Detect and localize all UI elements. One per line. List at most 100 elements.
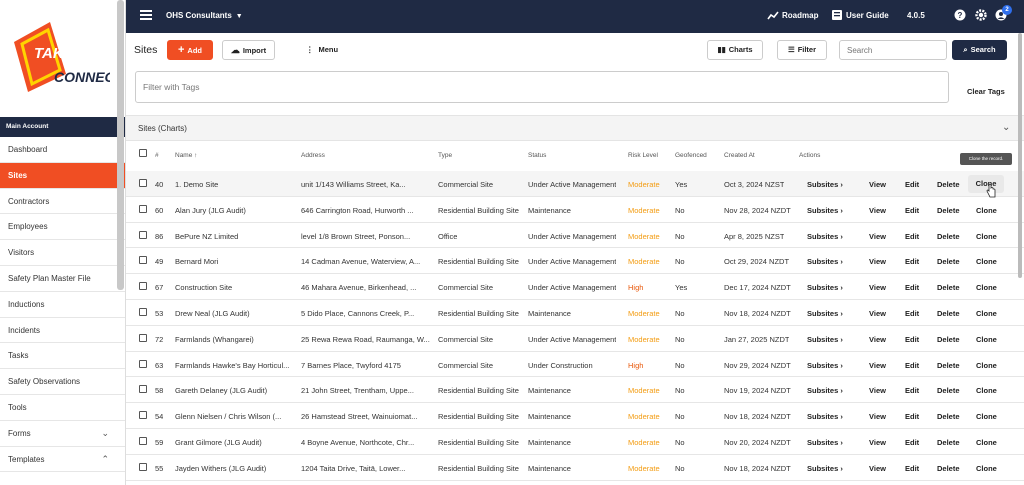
page-scrollbar[interactable] <box>1018 33 1022 278</box>
delete-button[interactable]: Delete <box>937 283 960 292</box>
clear-tags-button[interactable]: Clear Tags <box>967 87 1005 96</box>
view-button[interactable]: View <box>869 335 886 344</box>
sidebar-item-incidents[interactable]: Incidents <box>0 318 125 344</box>
view-button[interactable]: View <box>869 180 886 189</box>
subsites-button[interactable]: Subsites › <box>807 438 843 447</box>
view-button[interactable]: View <box>869 232 886 241</box>
delete-button[interactable]: Delete <box>937 412 960 421</box>
roadmap-link[interactable]: Roadmap <box>782 11 818 20</box>
clone-button[interactable]: Clone <box>976 309 997 318</box>
sidebar-item-tools[interactable]: Tools <box>0 395 125 421</box>
delete-button[interactable]: Delete <box>937 180 960 189</box>
delete-button[interactable]: Delete <box>937 309 960 318</box>
subsites-button[interactable]: Subsites › <box>807 232 843 241</box>
help-icon[interactable]: ? <box>954 9 966 21</box>
delete-button[interactable]: Delete <box>937 464 960 473</box>
table-row[interactable]: 54 Glenn Nielsen / Chris Wilson (... 26 Ha… <box>126 403 1024 429</box>
edit-button[interactable]: Edit <box>905 309 919 318</box>
table-row[interactable]: 63 Farmlands Hawke's Bay Horticul... 7 Bar… <box>126 352 1024 378</box>
row-checkbox[interactable] <box>139 308 147 316</box>
edit-button[interactable]: Edit <box>905 232 919 241</box>
delete-button[interactable]: Delete <box>937 438 960 447</box>
hamburger-menu-icon[interactable] <box>140 10 152 20</box>
table-row[interactable]: 72 Farmlands (Whangarei) 25 Rewa Rewa Road… <box>126 326 1024 352</box>
subsites-button[interactable]: Subsites › <box>807 361 843 370</box>
table-row[interactable]: 53 Drew Neal (JLG Audit) 5 Dido Place, Can… <box>126 300 1024 326</box>
subsites-button[interactable]: Subsites › <box>807 335 843 344</box>
clone-button[interactable]: Clone <box>976 361 997 370</box>
table-row[interactable]: 40 1. Demo Site unit 1/143 Williams Street… <box>126 171 1024 197</box>
row-checkbox[interactable] <box>139 411 147 420</box>
select-all-checkbox[interactable] <box>139 149 147 157</box>
sidebar-item-visitors[interactable]: Visitors <box>0 240 125 266</box>
subsites-button[interactable]: Subsites › <box>807 309 843 318</box>
view-button[interactable]: View <box>869 283 886 292</box>
edit-button[interactable]: Edit <box>905 180 919 189</box>
charts-accordion[interactable]: Sites (Charts) ⌄ <box>126 115 1024 141</box>
delete-button[interactable]: Delete <box>937 257 960 266</box>
subsites-button[interactable]: Subsites › <box>807 180 843 189</box>
view-button[interactable]: View <box>869 438 886 447</box>
subsites-button[interactable]: Subsites › <box>807 412 843 421</box>
edit-button[interactable]: Edit <box>905 283 919 292</box>
edit-button[interactable]: Edit <box>905 464 919 473</box>
subsites-button[interactable]: Subsites › <box>807 283 843 292</box>
view-button[interactable]: View <box>869 361 886 370</box>
delete-button[interactable]: Delete <box>937 206 960 215</box>
view-button[interactable]: View <box>869 386 886 395</box>
clone-button[interactable]: Clone <box>976 386 997 395</box>
search-button[interactable]: ⌕ Search <box>952 40 1007 60</box>
subsites-button[interactable]: Subsites › <box>807 257 843 266</box>
table-row[interactable]: 55 Jayden Withers (JLG Audit) 1204 Taita D… <box>126 455 1024 481</box>
edit-button[interactable]: Edit <box>905 412 919 421</box>
clone-button[interactable]: Clone <box>976 283 997 292</box>
col-name[interactable]: Name ↑ <box>175 152 197 159</box>
table-row[interactable]: 60 Alan Jury (JLG Audit) 646 Carrington Ro… <box>126 197 1024 223</box>
subsites-button[interactable]: Subsites › <box>807 386 843 395</box>
user-guide-link[interactable]: User Guide <box>846 11 889 20</box>
menu-button[interactable]: ⋮ Menu <box>298 40 346 60</box>
charts-button[interactable]: ▮▮ Charts <box>707 40 763 60</box>
gear-icon[interactable] <box>975 9 987 21</box>
edit-button[interactable]: Edit <box>905 361 919 370</box>
sidebar-item-employees[interactable]: Employees <box>0 214 125 241</box>
row-checkbox[interactable] <box>139 359 147 368</box>
table-row[interactable]: 49 Bernard Mori 14 Cadman Avenue, Watervie… <box>126 248 1024 275</box>
org-selector[interactable]: OHS Consultants ▼ <box>166 11 243 20</box>
import-button[interactable]: ☁ Import <box>222 40 275 60</box>
sidebar-item-dashboard[interactable]: Dashboard <box>0 137 125 163</box>
sidebar-item-tasks[interactable]: Tasks <box>0 343 125 370</box>
view-button[interactable]: View <box>869 464 886 473</box>
search-input[interactable] <box>839 40 947 60</box>
table-row[interactable]: 59 Grant Gilmore (JLG Audit) 4 Boyne Avenu… <box>126 429 1024 455</box>
filter-button[interactable]: ☰ Filter <box>777 40 827 60</box>
row-checkbox[interactable] <box>139 385 147 394</box>
view-button[interactable]: View <box>869 309 886 318</box>
sidebar-scrollbar[interactable] <box>117 0 124 290</box>
edit-button[interactable]: Edit <box>905 257 919 266</box>
sidebar-item-contractors[interactable]: Contractors <box>0 189 125 215</box>
row-checkbox[interactable] <box>139 462 147 471</box>
sidebar-item-inductions[interactable]: Inductions <box>0 292 125 318</box>
table-row[interactable]: 86 BePure NZ Limited level 1/8 Brown Stree… <box>126 223 1024 249</box>
subsites-button[interactable]: Subsites › <box>807 206 843 215</box>
view-button[interactable]: View <box>869 206 886 215</box>
add-button[interactable]: + Add <box>167 40 213 60</box>
delete-button[interactable]: Delete <box>937 232 960 241</box>
clone-button[interactable]: Clone <box>976 206 997 215</box>
view-button[interactable]: View <box>869 412 886 421</box>
sidebar-item-forms[interactable]: Forms ⌄ <box>0 421 125 447</box>
row-checkbox[interactable] <box>139 333 147 342</box>
row-checkbox[interactable] <box>139 282 147 291</box>
row-checkbox[interactable] <box>139 437 147 445</box>
edit-button[interactable]: Edit <box>905 335 919 344</box>
clone-button[interactable]: Clone <box>976 335 997 344</box>
tags-filter-input[interactable]: Filter with Tags <box>135 71 949 103</box>
sidebar-item-safety-plan[interactable]: Safety Plan Master File <box>0 266 125 292</box>
edit-button[interactable]: Edit <box>905 206 919 215</box>
view-button[interactable]: View <box>869 257 886 266</box>
sidebar-item-sites[interactable]: Sites <box>0 162 125 189</box>
subsites-button[interactable]: Subsites › <box>807 464 843 473</box>
clone-button[interactable]: Clone <box>976 257 997 266</box>
sidebar-item-templates[interactable]: Templates ⌃ <box>0 447 125 473</box>
